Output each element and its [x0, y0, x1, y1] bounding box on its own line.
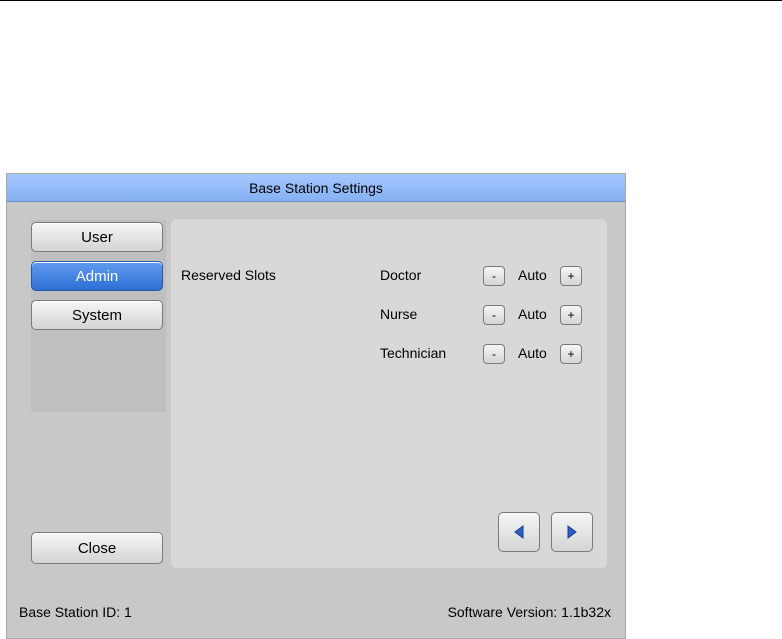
decrement-doctor-button[interactable]: - [483, 266, 505, 286]
increment-nurse-button[interactable]: + [560, 305, 582, 325]
increment-technician-button[interactable]: + [560, 344, 582, 364]
minus-icon: - [492, 308, 496, 322]
minus-icon: - [492, 347, 496, 361]
triangle-left-icon [514, 525, 524, 539]
plus-icon: + [567, 308, 575, 322]
decrement-technician-button[interactable]: - [483, 344, 505, 364]
plus-icon: + [567, 269, 575, 283]
sidebar-item-user[interactable]: User [31, 222, 163, 252]
increment-doctor-button[interactable]: + [560, 266, 582, 286]
role-label-technician: Technician [380, 345, 447, 361]
sidebar-item-label: System [71, 306, 122, 324]
settings-panel: Reserved Slots Doctor - Auto + Nurse - A… [171, 219, 607, 568]
top-border-line [0, 0, 782, 1]
role-label-doctor: Doctor [380, 267, 422, 283]
window-title-bar: Base Station Settings [7, 174, 625, 202]
role-label-nurse: Nurse [380, 306, 418, 322]
window-title: Base Station Settings [249, 179, 383, 196]
nurse-slots-value: Auto [518, 306, 547, 322]
next-page-button[interactable] [551, 512, 593, 552]
sidebar-item-label: Admin [75, 267, 119, 285]
base-station-id-label: Base Station ID: 1 [19, 604, 132, 620]
technician-slots-value: Auto [518, 345, 547, 361]
plus-icon: + [567, 347, 575, 361]
base-station-settings-window: Base Station Settings User Admin System … [6, 173, 626, 639]
sidebar-item-admin[interactable]: Admin [31, 261, 163, 291]
doctor-slots-value: Auto [518, 267, 547, 283]
previous-page-button[interactable] [498, 512, 540, 552]
close-button-label: Close [77, 539, 117, 557]
triangle-right-icon [567, 525, 577, 539]
decrement-nurse-button[interactable]: - [483, 305, 505, 325]
close-button[interactable]: Close [31, 532, 163, 564]
sidebar-item-system[interactable]: System [31, 300, 163, 330]
sidebar-item-label: User [81, 228, 113, 246]
software-version-label: Software Version: 1.1b32x [447, 604, 611, 620]
reserved-slots-label: Reserved Slots [181, 267, 276, 283]
minus-icon: - [492, 269, 496, 283]
